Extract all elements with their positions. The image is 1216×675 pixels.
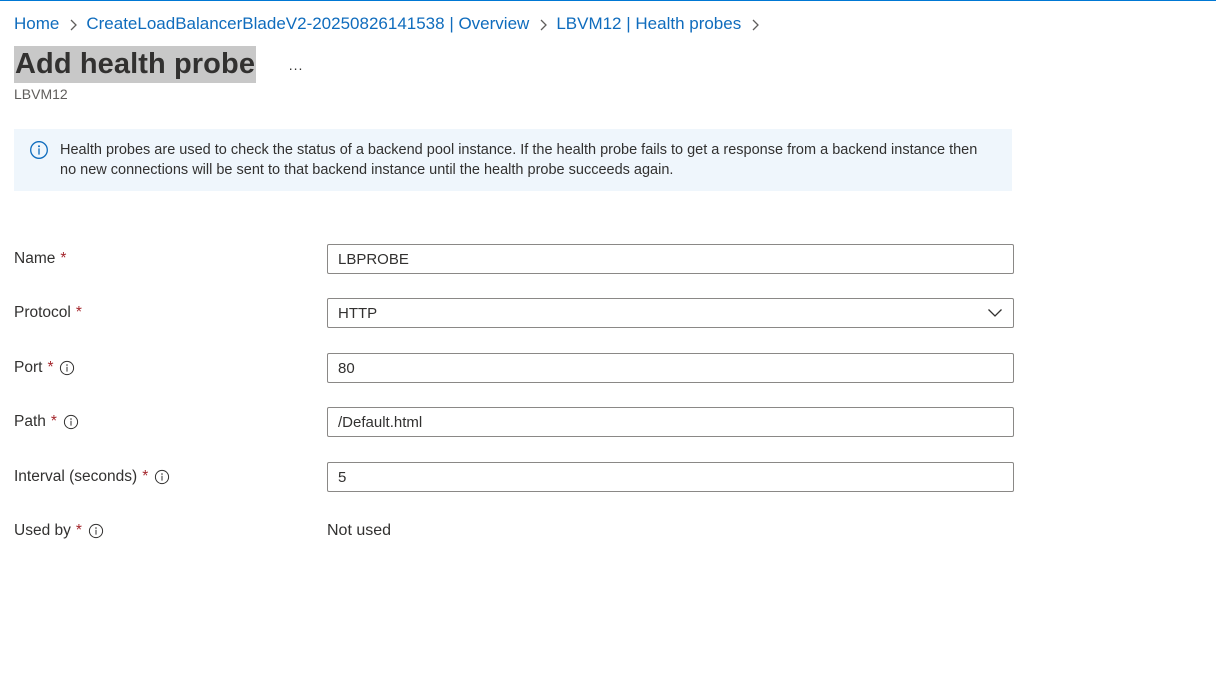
breadcrumb-overview[interactable]: CreateLoadBalancerBladeV2-20250826141538…: [86, 14, 529, 34]
breadcrumb-health-probes[interactable]: LBVM12 | Health probes: [556, 14, 741, 34]
required-indicator: *: [60, 250, 67, 267]
required-indicator: *: [47, 359, 54, 376]
interval-label: Interval (seconds) *: [14, 468, 327, 486]
form-row-interval: Interval (seconds) *: [14, 462, 1014, 492]
required-indicator: *: [142, 468, 149, 485]
info-banner: Health probes are used to check the stat…: [14, 129, 1012, 191]
used-by-value: Not used: [327, 522, 392, 539]
name-input[interactable]: [327, 244, 1014, 274]
used-by-label-text: Used by: [14, 522, 71, 539]
info-icon[interactable]: [88, 523, 104, 539]
protocol-label: Protocol *: [14, 304, 327, 322]
info-icon[interactable]: [59, 360, 75, 376]
chevron-right-icon: [741, 12, 768, 36]
more-options-button[interactable]: ...: [286, 55, 306, 75]
breadcrumb-home[interactable]: Home: [14, 14, 59, 34]
info-icon[interactable]: [63, 414, 79, 430]
port-input[interactable]: [327, 353, 1014, 383]
title-row: Add health probe ...: [14, 46, 306, 83]
chevron-right-icon: [529, 12, 556, 36]
protocol-selected-value: HTTP: [338, 304, 378, 322]
path-label-text: Path: [14, 413, 46, 430]
info-icon[interactable]: [154, 469, 170, 485]
form-row-port: Port *: [14, 353, 1014, 383]
interval-label-text: Interval (seconds): [14, 468, 138, 485]
form-row-used-by: Used by * Not used: [14, 516, 1014, 546]
form-row-protocol: Protocol * HTTP: [14, 298, 1014, 328]
page-subtitle: LBVM12: [14, 86, 68, 102]
top-accent-border: [0, 0, 1216, 1]
protocol-dropdown[interactable]: HTTP: [327, 298, 1014, 328]
form-row-name: Name *: [14, 244, 1014, 274]
used-by-label: Used by *: [14, 522, 327, 540]
required-indicator: *: [50, 413, 57, 430]
path-input[interactable]: [327, 407, 1014, 437]
banner-text: Health probes are used to check the stat…: [60, 142, 978, 178]
port-label-text: Port: [14, 359, 43, 376]
info-icon: [30, 141, 48, 159]
chevron-down-icon: [988, 309, 1002, 317]
page-title: Add health probe: [14, 46, 257, 83]
interval-input[interactable]: [327, 462, 1014, 492]
chevron-right-icon: [59, 12, 86, 36]
required-indicator: *: [75, 304, 82, 321]
required-indicator: *: [75, 522, 82, 539]
protocol-label-text: Protocol: [14, 304, 71, 321]
breadcrumb: Home CreateLoadBalancerBladeV2-202508261…: [14, 12, 768, 36]
name-label: Name *: [14, 250, 327, 268]
name-label-text: Name: [14, 250, 56, 267]
path-label: Path *: [14, 413, 327, 431]
port-label: Port *: [14, 359, 327, 377]
form-row-path: Path *: [14, 407, 1014, 437]
